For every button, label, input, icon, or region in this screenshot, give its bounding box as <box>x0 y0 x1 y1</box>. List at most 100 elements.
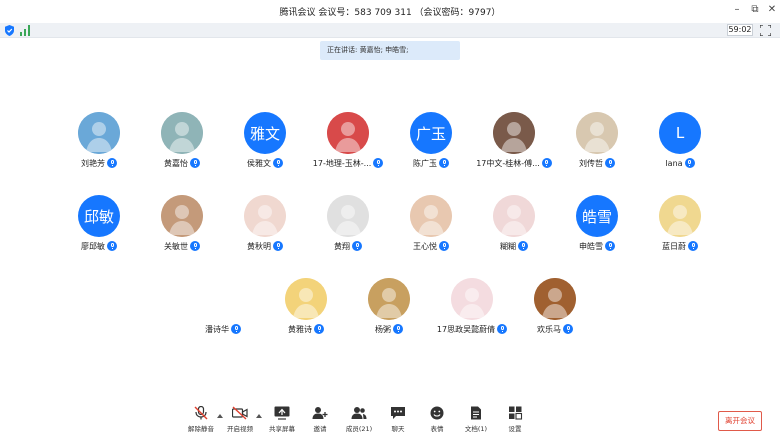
avatar-photo <box>161 112 203 154</box>
participant-name-text: 刘传哲 <box>579 159 603 168</box>
participant-name: 王心悦 <box>386 241 476 252</box>
participant-name-text: 蓝日蔚 <box>662 242 686 251</box>
participant-name-text: 侯雅文 <box>247 159 271 168</box>
avatar: 雅文 <box>244 112 286 154</box>
mic-icon <box>190 158 200 168</box>
share-screen-button[interactable]: 共享屏幕 <box>264 406 300 436</box>
avatar-photo <box>534 278 576 320</box>
video-options-caret[interactable] <box>256 414 262 418</box>
mic-icon <box>563 324 573 334</box>
participant-name-text: 17-地理-玉林-... <box>312 159 372 168</box>
avatar-photo <box>327 195 369 237</box>
participant-name-text: 糊糊 <box>500 242 516 251</box>
close-icon[interactable]: ✕ <box>765 3 779 17</box>
participant-name: 杨粥 <box>344 324 434 335</box>
participant-tile[interactable]: 邱敏 廖邱敏 <box>54 195 144 255</box>
participant-name-text: 17思政吴懿蔚倩 <box>436 325 496 334</box>
emoji-button[interactable]: 表情 <box>419 406 455 436</box>
participant-name: 陈广玉 <box>386 158 476 169</box>
participant-name: 廖邱敏 <box>54 241 144 252</box>
invite-button[interactable]: 邀请 <box>302 406 338 436</box>
participant-name-text: 关敏世 <box>164 242 188 251</box>
avatar-photo <box>327 112 369 154</box>
mic-icon <box>497 324 508 334</box>
participant-name-text: 申皓雪 <box>579 242 603 251</box>
avatar-photo <box>202 278 244 320</box>
participant-tile[interactable]: 糊糊 <box>469 195 559 255</box>
participant-tile[interactable]: 关敏世 <box>137 195 227 255</box>
participant-tile[interactable]: 蓝日蔚 <box>635 195 725 255</box>
participant-tile[interactable]: 17思政吴懿蔚倩 <box>427 278 517 338</box>
participant-name: 欢乐马 <box>510 324 600 335</box>
participant-tile[interactable]: 刘传哲 <box>552 112 642 172</box>
participant-name-text: lana <box>665 159 683 168</box>
settings-button[interactable]: 设置 <box>497 406 533 436</box>
mic-icon <box>107 158 117 168</box>
participant-name-text: 王心悦 <box>413 242 437 251</box>
fullscreen-icon[interactable] <box>760 25 771 36</box>
members-icon <box>351 407 367 419</box>
participant-name-text: 黄翔 <box>334 242 350 251</box>
mic-icon <box>605 241 615 251</box>
mic-icon <box>314 324 324 334</box>
avatar-photo <box>493 112 535 154</box>
participant-name-text: 17中文-桂林-傅... <box>476 159 540 168</box>
participant-name: 潘诗华 <box>178 324 268 335</box>
participant-name: 黄雅诗 <box>261 324 351 335</box>
participant-tile[interactable]: 刘艳芳 <box>54 112 144 172</box>
participant-name: lana <box>635 158 725 168</box>
participant-tile[interactable]: 黄秋明 <box>220 195 310 255</box>
participant-tile[interactable]: Llana <box>635 112 725 172</box>
mic-icon <box>190 241 200 251</box>
avatar-photo <box>451 278 493 320</box>
mic-icon <box>231 324 241 334</box>
participant-tile[interactable]: 潘诗华 <box>178 278 268 338</box>
participant-tile[interactable]: 17-地理-玉林-... <box>303 112 393 172</box>
video-label: 开启视频 <box>227 425 253 433</box>
participant-name-text: 黄雅诗 <box>288 325 312 334</box>
share-label: 共享屏幕 <box>269 425 295 433</box>
chat-button[interactable]: 聊天 <box>380 406 416 436</box>
participant-tile[interactable]: 黄嘉怡 <box>137 112 227 172</box>
participant-name: 刘艳芳 <box>54 158 144 169</box>
mic-icon <box>688 241 698 251</box>
avatar-photo <box>410 195 452 237</box>
minimize-icon[interactable]: – <box>730 3 744 17</box>
participant-name: 申皓雪 <box>552 241 642 252</box>
start-video-button[interactable]: 开启视频 <box>222 406 258 436</box>
unmute-button[interactable]: 解除静音 <box>183 406 219 436</box>
avatar: 邱敏 <box>78 195 120 237</box>
participant-tile[interactable]: 王心悦 <box>386 195 476 255</box>
participant-name: 黄翔 <box>303 241 393 252</box>
participant-tile[interactable]: 皓雪 申皓雪 <box>552 195 642 255</box>
participant-name: 糊糊 <box>469 241 559 252</box>
documents-button[interactable]: 文档(1) <box>458 406 494 436</box>
avatar: 广玉 <box>410 112 452 154</box>
participant-tile[interactable]: 杨粥 <box>344 278 434 338</box>
invite-label: 邀请 <box>313 425 327 433</box>
restore-icon[interactable]: ⧉ <box>748 3 762 17</box>
participant-tile[interactable]: 雅文 侯雅文 <box>220 112 310 172</box>
mic-icon <box>439 158 449 168</box>
participant-name-text: 廖邱敏 <box>81 242 105 251</box>
mic-icon <box>107 241 117 251</box>
unmute-label: 解除静音 <box>188 425 214 433</box>
participant-tile[interactable]: 17中文-桂林-傅... <box>469 112 559 172</box>
members-button[interactable]: 成员(21) <box>341 406 377 436</box>
participant-tile[interactable]: 黄雅诗 <box>261 278 351 338</box>
mic-icon <box>273 158 283 168</box>
leave-meeting-button[interactable]: 离开会议 <box>718 411 762 431</box>
shield-icon[interactable] <box>5 25 14 36</box>
speaking-banner: 正在讲话: 黄嘉怡; 申皓雪; <box>320 41 460 60</box>
mic-muted-icon <box>194 406 208 420</box>
meeting-timer: 59:02 <box>727 24 753 36</box>
signal-icon[interactable] <box>20 25 30 36</box>
participant-tile[interactable]: 黄翔 <box>303 195 393 255</box>
mic-icon <box>684 158 695 168</box>
mic-icon <box>541 158 552 168</box>
participant-name-text: 潘诗华 <box>205 325 229 334</box>
participant-name: 17-地理-玉林-... <box>303 158 393 169</box>
participant-tile[interactable]: 欢乐马 <box>510 278 600 338</box>
add-user-icon <box>312 407 328 419</box>
participant-tile[interactable]: 广玉 陈广玉 <box>386 112 476 172</box>
